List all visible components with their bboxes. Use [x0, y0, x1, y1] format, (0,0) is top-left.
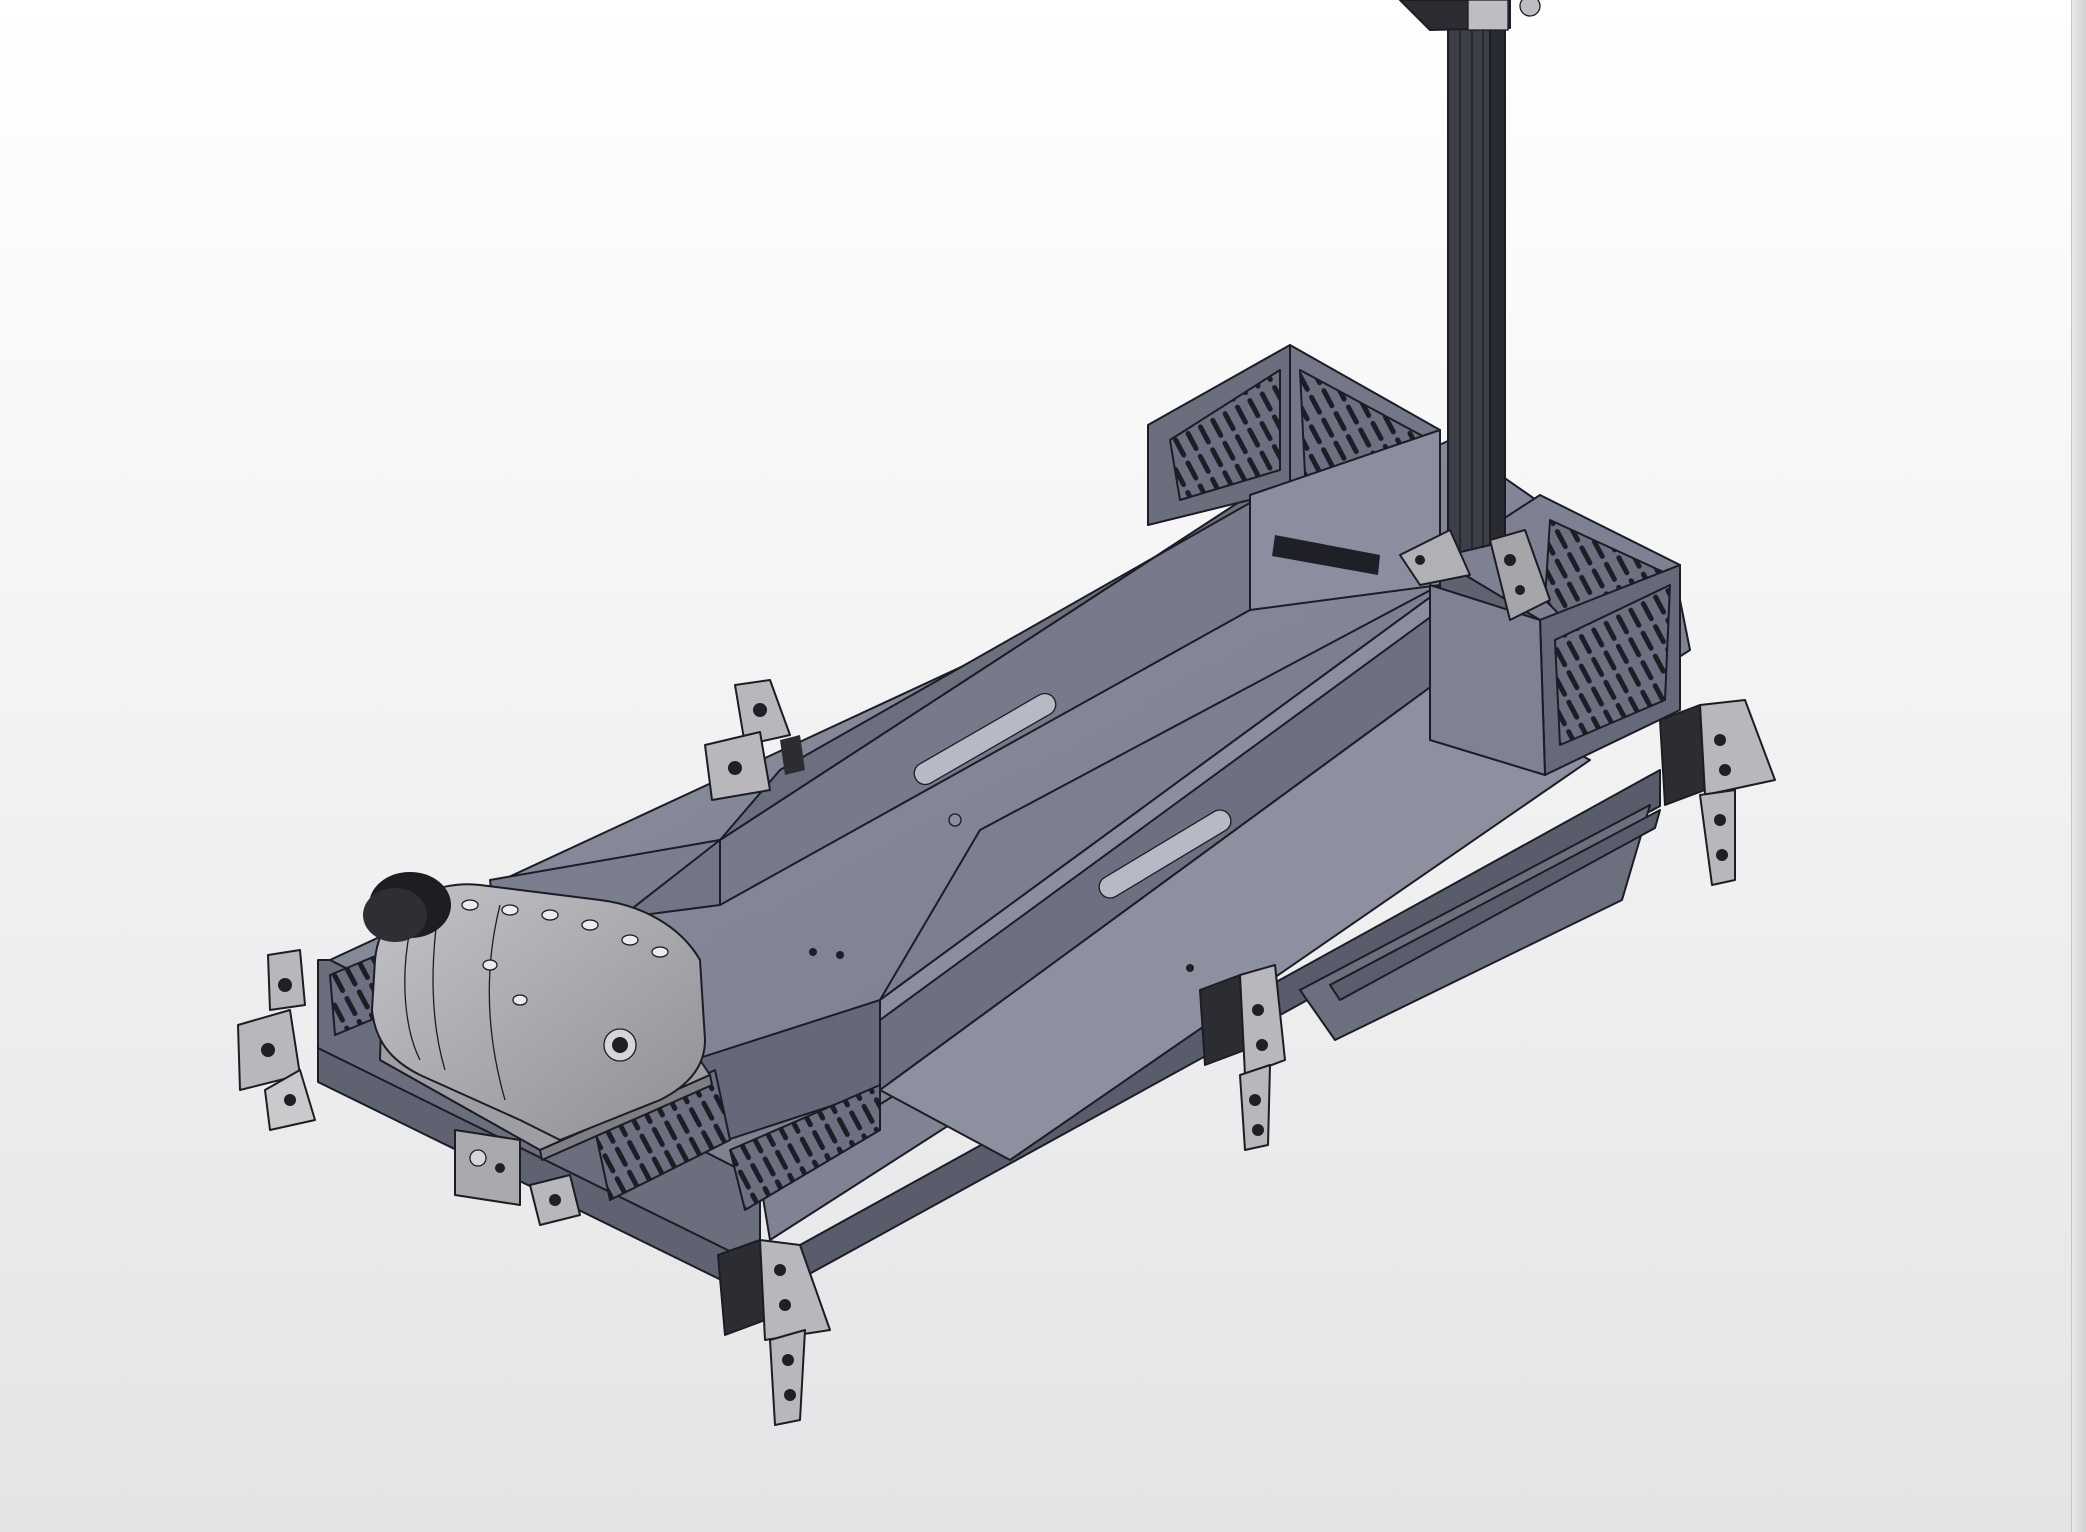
viewport-side-edge — [2071, 0, 2086, 1532]
cad-model-graphics[interactable] — [0, 0, 2086, 1532]
bracket-rear-left-upper[interactable] — [237, 949, 316, 1131]
bracket-front-center[interactable] — [1199, 964, 1286, 1151]
bracket-rear-center[interactable] — [529, 1174, 581, 1226]
bracket-front-right[interactable] — [1659, 699, 1776, 886]
cad-viewport[interactable] — [0, 0, 2086, 1532]
